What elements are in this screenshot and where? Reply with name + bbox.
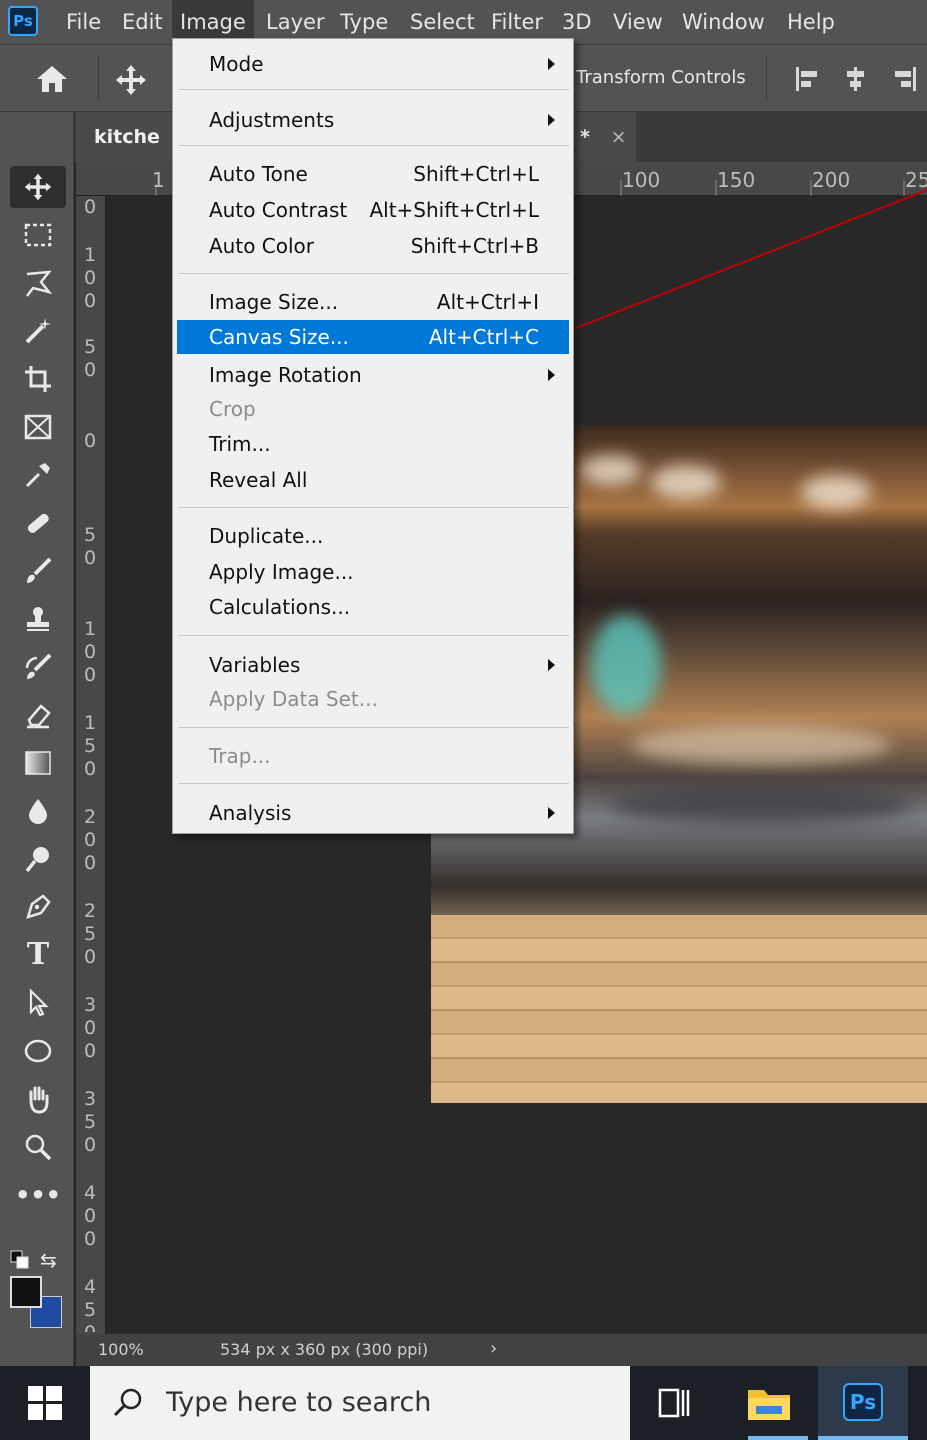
menu-option-apply-image[interactable]: Apply Image...	[177, 555, 569, 589]
file-explorer-icon[interactable]	[746, 1384, 792, 1426]
menu-option-trim[interactable]: Trim...	[177, 427, 569, 461]
menu-option-adjustments[interactable]: Adjustments	[177, 103, 569, 137]
submenu-arrow-icon	[548, 807, 555, 819]
menu-shortcut: Alt+Ctrl+I	[436, 290, 539, 314]
chevron-right-icon[interactable]: ›	[490, 1338, 497, 1359]
menu-option-reveal-all[interactable]: Reveal All	[177, 463, 569, 497]
menu-option-image-size[interactable]: Image Size... Alt+Ctrl+I	[177, 285, 569, 319]
menu-option-label: Canvas Size...	[209, 325, 349, 349]
menu-shortcut: Alt+Shift+Ctrl+L	[369, 198, 539, 222]
submenu-arrow-icon	[548, 659, 555, 671]
menu-option-label: Calculations...	[209, 595, 351, 619]
windows-taskbar: Type here to search Ps	[0, 1366, 927, 1440]
menu-option-label: Apply Data Set...	[209, 687, 378, 711]
active-app-indicator	[818, 1436, 908, 1440]
taskbar-search-box[interactable]: Type here to search	[90, 1366, 630, 1440]
menu-separator	[179, 783, 569, 784]
menu-shortcut: Alt+Ctrl+C	[428, 325, 539, 349]
menu-option-label: Reveal All	[209, 468, 308, 492]
image-dropdown-menu: Mode Adjustments Auto Tone Shift+Ctrl+L A…	[172, 38, 574, 834]
menu-shortcut: Shift+Ctrl+L	[413, 162, 539, 186]
menu-option-auto-color[interactable]: Auto Color Shift+Ctrl+B	[177, 229, 569, 263]
menu-option-label: Duplicate...	[209, 524, 324, 548]
menu-option-apply-data-set[interactable]: Apply Data Set...	[177, 682, 569, 716]
menu-option-crop[interactable]: Crop	[177, 392, 569, 426]
menu-option-label: Analysis	[209, 801, 292, 825]
active-app-indicator	[748, 1436, 808, 1440]
menu-option-label: Apply Image...	[209, 560, 354, 584]
menu-separator	[179, 273, 569, 274]
menu-option-auto-tone[interactable]: Auto Tone Shift+Ctrl+L	[177, 157, 569, 191]
menu-option-label: Crop	[209, 397, 256, 421]
status-bar: 100% 534 px x 360 px (300 ppi) ›	[76, 1334, 927, 1366]
menu-option-label: Trap...	[209, 744, 271, 768]
menu-option-label: Auto Color	[209, 234, 315, 258]
menu-option-canvas-size[interactable]: Canvas Size... Alt+Ctrl+C	[177, 320, 569, 354]
menu-option-duplicate[interactable]: Duplicate...	[177, 519, 569, 553]
menu-option-label: Adjustments	[209, 108, 335, 132]
menu-option-label: Auto Tone	[209, 162, 308, 186]
menu-option-label: Mode	[209, 52, 264, 76]
submenu-arrow-icon	[548, 58, 555, 70]
search-icon	[112, 1386, 144, 1422]
menu-separator	[179, 145, 569, 146]
menu-separator	[179, 727, 569, 728]
menu-option-analysis[interactable]: Analysis	[177, 796, 569, 830]
menu-option-label: Trim...	[209, 432, 271, 456]
menu-option-variables[interactable]: Variables	[177, 648, 569, 682]
menu-separator	[179, 635, 569, 636]
submenu-arrow-icon	[548, 369, 555, 381]
task-view-icon[interactable]	[656, 1386, 692, 1424]
menu-option-image-rotation[interactable]: Image Rotation	[177, 358, 569, 392]
menu-option-trap[interactable]: Trap...	[177, 739, 569, 773]
menu-option-auto-contrast[interactable]: Auto Contrast Alt+Shift+Ctrl+L	[177, 193, 569, 227]
menu-option-label: Auto Contrast	[209, 198, 348, 222]
menu-separator	[179, 89, 569, 90]
menu-shortcut: Shift+Ctrl+B	[410, 234, 539, 258]
zoom-level[interactable]: 100%	[98, 1340, 144, 1359]
photoshop-icon: Ps	[843, 1383, 883, 1421]
menu-option-label: Image Size...	[209, 290, 339, 314]
menu-option-mode[interactable]: Mode	[177, 47, 569, 81]
menu-option-label: Image Rotation	[209, 363, 362, 387]
document-info[interactable]: 534 px x 360 px (300 ppi)	[220, 1340, 428, 1359]
menu-option-calculations[interactable]: Calculations...	[177, 590, 569, 624]
submenu-arrow-icon	[548, 114, 555, 126]
photoshop-taskbar-button[interactable]: Ps	[818, 1366, 908, 1440]
menu-option-label: Variables	[209, 653, 301, 677]
menu-separator	[179, 507, 569, 508]
windows-start-icon[interactable]	[28, 1386, 62, 1424]
